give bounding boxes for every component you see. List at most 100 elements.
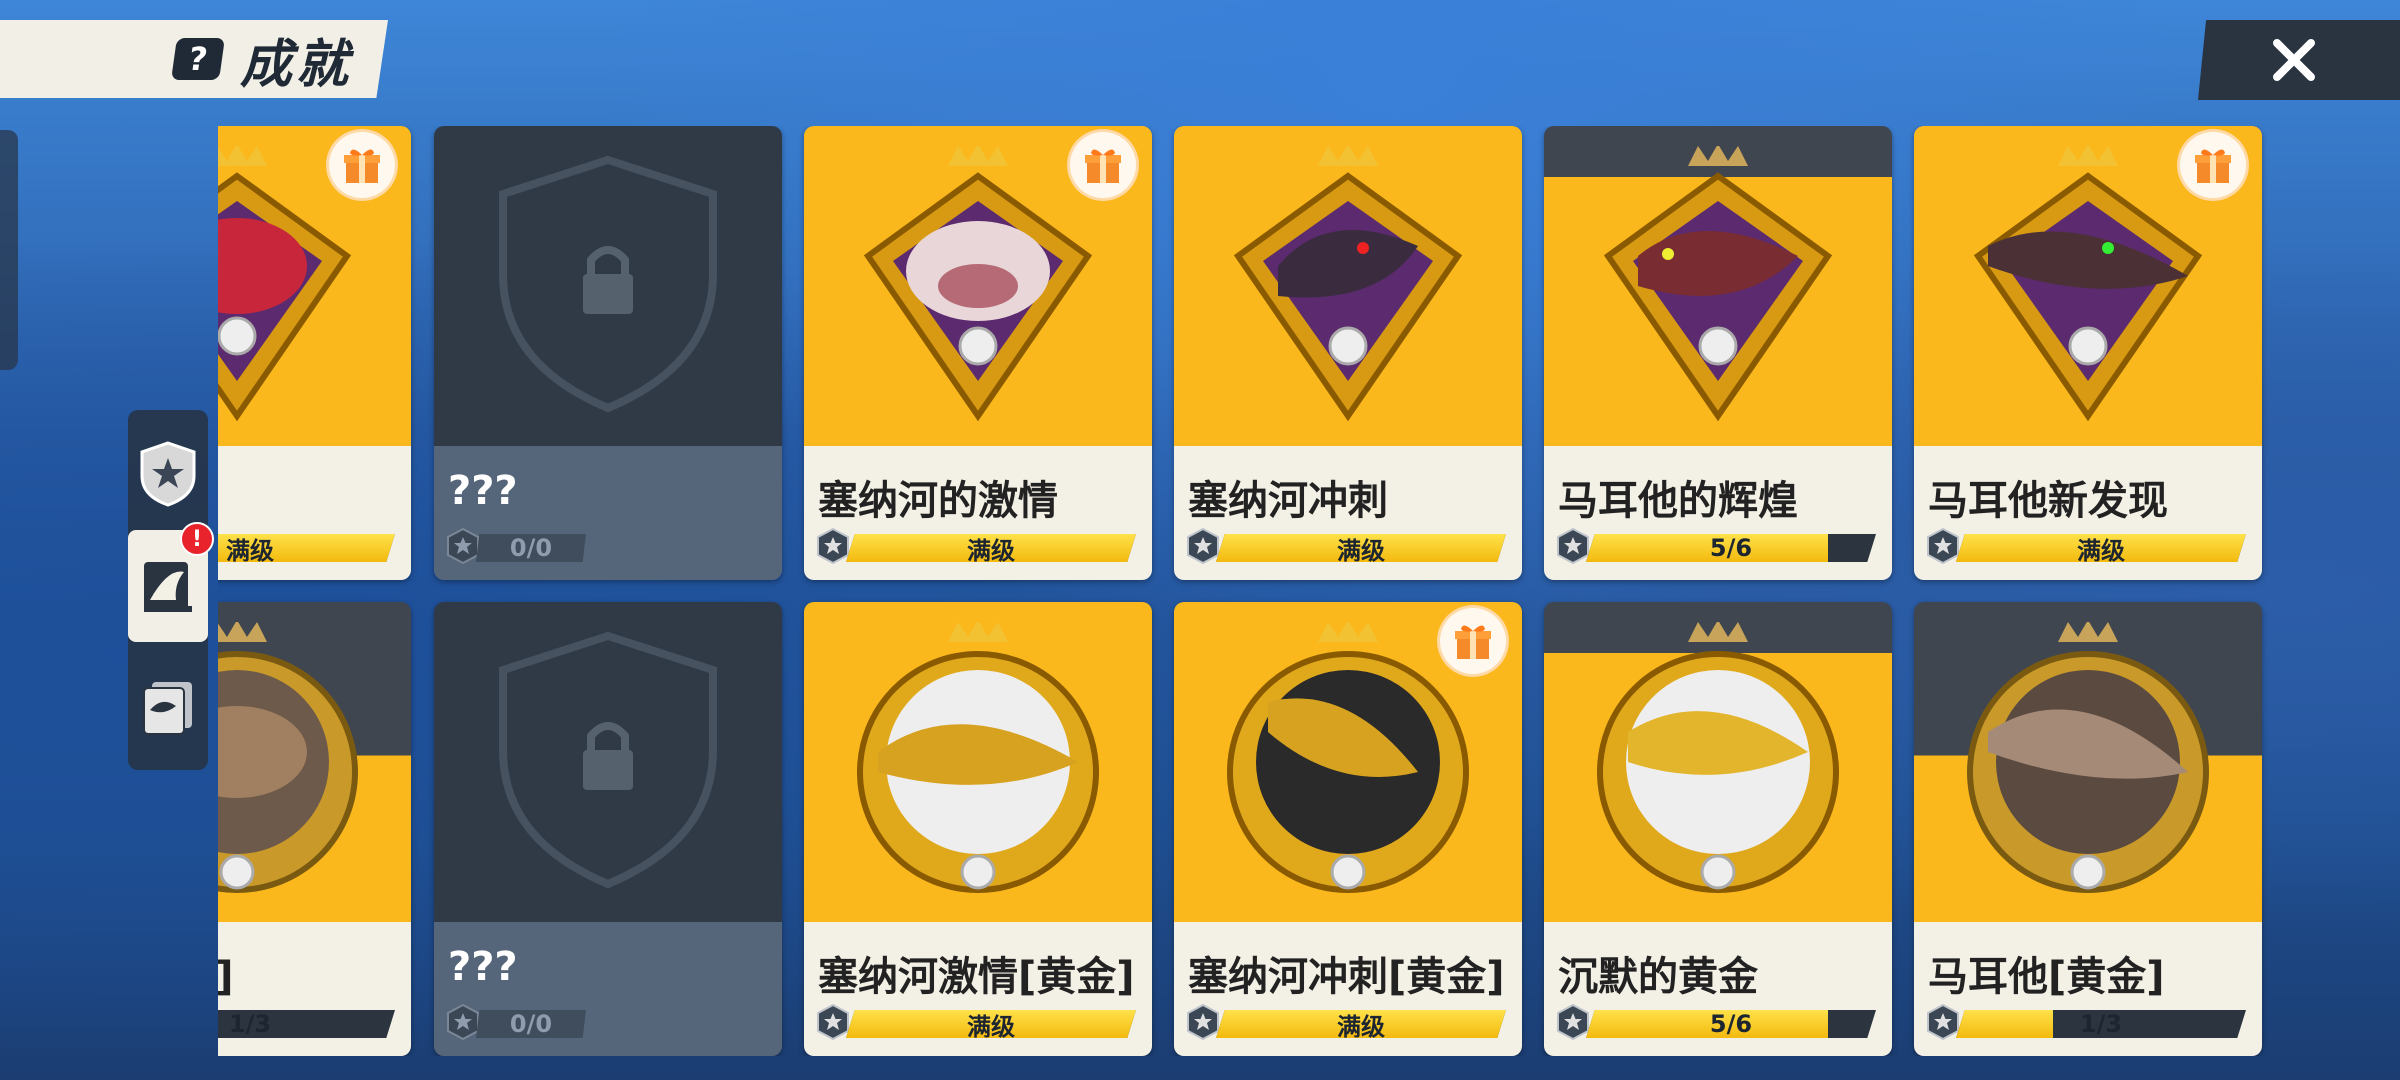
fish-medal-icon xyxy=(1233,146,1463,422)
achievement-card[interactable]: 马耳他的辉煌 5/6 xyxy=(1544,126,1892,580)
badge-star-icon xyxy=(140,441,196,507)
title-tab: ? 成就 xyxy=(0,20,388,98)
progress-bar: 5/6 xyxy=(1586,534,1876,562)
progress-row: 满级 xyxy=(1186,528,1506,564)
progress-bar: 满级 xyxy=(1216,534,1506,562)
progress-row: 1/3 xyxy=(218,1004,395,1040)
side-nav-fish-book[interactable]: ! xyxy=(128,522,214,642)
card-art xyxy=(1544,126,1892,446)
card-info: 航[黄金] 1/3 xyxy=(218,922,411,1056)
gold-fish-wreath-icon xyxy=(857,622,1099,893)
gift-icon[interactable] xyxy=(329,132,395,198)
achievement-card[interactable]: 塞纳河的激情 满级 xyxy=(804,126,1152,580)
side-nav: ! xyxy=(128,410,214,770)
achievement-name: 马耳他[黄金] xyxy=(1928,954,2165,1000)
achievement-name: 航[黄金] xyxy=(218,944,234,1002)
page-title: 成就 xyxy=(239,34,352,95)
card-info: 沉默的黄金 5/6 xyxy=(1544,922,1892,1056)
card-art xyxy=(434,602,782,922)
progress-bar: 满级 xyxy=(846,1010,1136,1038)
achievement-card[interactable]: 航 满级 xyxy=(218,126,411,580)
progress-bar: 满级 xyxy=(1216,1010,1506,1038)
progress-row: 满级 xyxy=(1186,1004,1506,1040)
gift-icon[interactable] xyxy=(1070,132,1136,198)
achievement-grid: 航 满级 ??? 0/0 xyxy=(218,126,2268,1056)
progress-bar: 1/3 xyxy=(218,1010,395,1038)
card-art xyxy=(434,126,782,446)
achievement-name: 塞纳河的激情 xyxy=(818,478,1058,524)
achievement-card-locked[interactable]: ??? 0/0 xyxy=(434,602,782,1056)
fish-medal-icon xyxy=(1603,146,1833,422)
gift-icon[interactable] xyxy=(1440,608,1506,674)
card-info: ??? 0/0 xyxy=(434,922,782,1056)
gold-fish-wreath-icon xyxy=(1967,622,2209,893)
progress-row: 0/0 xyxy=(446,528,766,564)
progress-label: 满级 xyxy=(1337,536,1385,565)
card-info: 塞纳河激情[黄金] 满级 xyxy=(804,922,1152,1056)
progress-bar: 0/0 xyxy=(476,534,586,562)
card-art xyxy=(804,602,1152,922)
fish-medal-icon xyxy=(863,146,1093,422)
achievement-name: 塞纳河激情[黄金] xyxy=(818,954,1135,1000)
progress-label: 1/3 xyxy=(228,1010,272,1038)
card-info: 航 满级 xyxy=(218,446,411,580)
progress-row: 5/6 xyxy=(1556,1004,1876,1040)
collapsed-panel-edge[interactable] xyxy=(0,130,18,370)
card-art xyxy=(1914,602,2262,922)
progress-label: 满级 xyxy=(967,1012,1015,1041)
achievement-name: 马耳他新发现 xyxy=(1928,478,2168,524)
achievement-card[interactable]: 塞纳河冲刺[黄金] 满级 xyxy=(1174,602,1522,1056)
achievement-card[interactable]: 马耳他新发现 满级 xyxy=(1914,126,2262,580)
progress-bar: 5/6 xyxy=(1586,1010,1876,1038)
progress-label: 5/6 xyxy=(1709,534,1753,562)
gold-fish-wreath-icon xyxy=(1597,622,1839,893)
achievement-card[interactable]: 塞纳河激情[黄金] 满级 xyxy=(804,602,1152,1056)
help-icon[interactable]: ? xyxy=(171,38,225,80)
fish-card-icon xyxy=(143,682,192,735)
card-info: 塞纳河的激情 满级 xyxy=(804,446,1152,580)
close-button[interactable] xyxy=(2198,20,2400,100)
progress-label: 满级 xyxy=(226,536,274,565)
achievement-card[interactable]: 航[黄金] 1/3 xyxy=(218,602,411,1056)
card-info: ??? 0/0 xyxy=(434,446,782,580)
gift-icon[interactable] xyxy=(2180,132,2246,198)
progress-row: 满级 xyxy=(1926,528,2246,564)
progress-bar: 满级 xyxy=(846,534,1136,562)
progress-label: 0/0 xyxy=(509,534,553,562)
star-badge-icon xyxy=(447,528,479,564)
progress-label: 0/0 xyxy=(509,1010,553,1038)
star-badge-icon xyxy=(1927,528,1959,564)
side-nav-fish-cards[interactable] xyxy=(128,650,208,762)
progress-row: 5/6 xyxy=(1556,528,1876,564)
progress-row: 满级 xyxy=(816,528,1136,564)
alert-badge: ! xyxy=(180,522,214,556)
fish-medal-icon xyxy=(1973,146,2203,422)
achievement-name: 塞纳河冲刺[黄金] xyxy=(1188,954,1505,1000)
side-nav-badges[interactable] xyxy=(128,418,208,530)
achievement-name: ??? xyxy=(448,468,518,514)
progress-row: 满级 xyxy=(218,528,395,564)
achievement-name: 沉默的黄金 xyxy=(1558,954,1758,1000)
star-badge-icon xyxy=(1557,528,1589,564)
progress-bar: 1/3 xyxy=(1956,1010,2246,1038)
star-badge-icon xyxy=(1187,528,1219,564)
locked-shield-icon xyxy=(499,155,717,413)
achievement-card[interactable]: 塞纳河冲刺 满级 xyxy=(1174,126,1522,580)
card-info: 塞纳河冲刺[黄金] 满级 xyxy=(1174,922,1522,1056)
achievement-card[interactable]: 马耳他[黄金] 1/3 xyxy=(1914,602,2262,1056)
progress-bar: 满级 xyxy=(218,534,395,562)
card-art xyxy=(1914,126,2262,446)
achievement-name: ??? xyxy=(448,944,518,990)
progress-label: 5/6 xyxy=(1709,1010,1753,1038)
star-badge-icon xyxy=(817,528,849,564)
fish-fin-book-icon xyxy=(144,562,192,612)
achievement-card-locked[interactable]: ??? 0/0 xyxy=(434,126,782,580)
gold-fish-wreath-icon xyxy=(218,622,358,893)
star-badge-icon xyxy=(447,1004,479,1040)
card-art xyxy=(1544,602,1892,922)
progress-label: 1/3 xyxy=(2079,1010,2123,1038)
progress-label: 满级 xyxy=(1337,1012,1385,1041)
achievement-name: 塞纳河冲刺 xyxy=(1188,478,1388,524)
achievement-name: 马耳他的辉煌 xyxy=(1558,478,1798,524)
achievement-card[interactable]: 沉默的黄金 5/6 xyxy=(1544,602,1892,1056)
